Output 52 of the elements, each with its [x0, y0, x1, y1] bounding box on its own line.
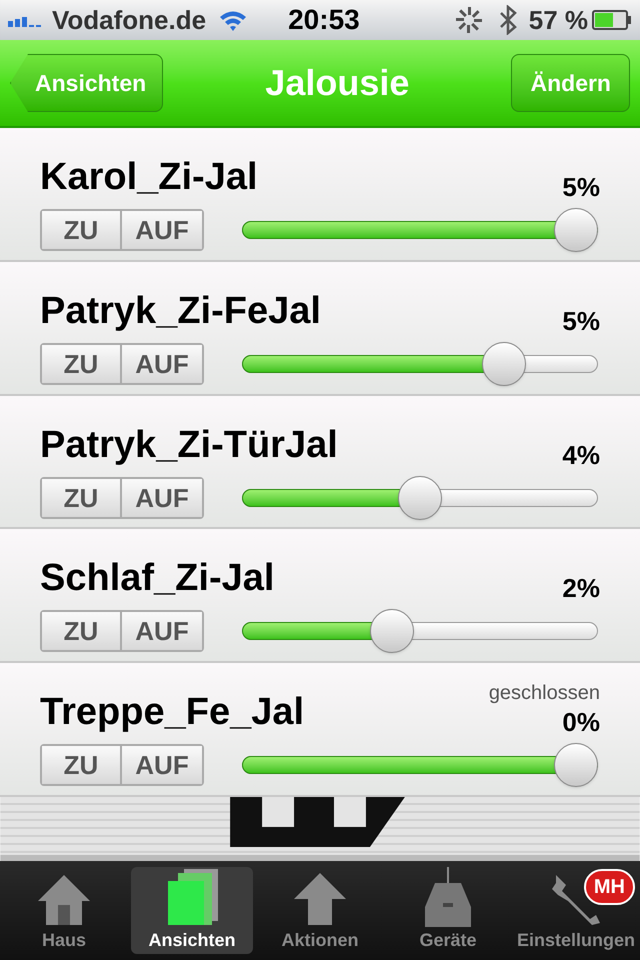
blind-name: Karol_Zi-Jal	[40, 158, 258, 200]
slider[interactable]	[242, 743, 598, 788]
open-button[interactable]: AUF	[122, 612, 202, 650]
close-button[interactable]: ZU	[42, 612, 122, 650]
carrier-name: Vodafone.de	[52, 4, 206, 36]
tab-label: Haus	[42, 929, 86, 952]
slider-thumb[interactable]	[482, 342, 526, 386]
tab-item[interactable]: MH Einstellungen	[515, 867, 637, 954]
slider-thumb[interactable]	[554, 208, 598, 252]
close-button[interactable]: ZU	[42, 344, 122, 383]
slider[interactable]	[242, 609, 598, 654]
open-button[interactable]: AUF	[122, 478, 202, 517]
open-button[interactable]: AUF	[122, 210, 202, 249]
percent-value: 5%	[562, 308, 600, 334]
slider-thumb[interactable]	[554, 743, 598, 788]
close-button[interactable]: ZU	[42, 210, 122, 249]
open-button[interactable]: AUF	[122, 344, 202, 383]
tab-item[interactable]: Ansichten	[131, 867, 253, 954]
bluetooth-icon	[498, 5, 517, 35]
slider[interactable]	[242, 342, 598, 386]
percent-value: 2%	[562, 575, 600, 602]
tab-label: Aktionen	[281, 929, 358, 952]
blind-status: geschlossen	[488, 683, 600, 704]
battery-percent: 57 %	[528, 4, 588, 36]
tab-item[interactable]: Haus	[3, 867, 125, 954]
blind-name: Patryk_Zi-TürJal	[40, 426, 338, 468]
percent-value: 4%	[562, 442, 600, 468]
close-button[interactable]: ZU	[42, 746, 122, 784]
slider[interactable]	[242, 208, 598, 252]
tab-label: Einstellungen	[516, 929, 635, 952]
open-button[interactable]: AUF	[122, 746, 202, 784]
notification-badge: MH	[584, 869, 635, 906]
blind-name: Schlaf_Zi-Jal	[40, 559, 274, 602]
wifi-icon	[218, 9, 248, 31]
percent-value: 5%	[562, 174, 600, 200]
clock-time: 20:53	[288, 3, 360, 37]
page-title: Jalousie	[265, 60, 410, 105]
tab-label: Ansichten	[148, 929, 236, 952]
percent-value: 0%	[562, 709, 600, 736]
slider-thumb[interactable]	[370, 609, 414, 654]
close-button[interactable]: ZU	[42, 478, 122, 517]
slider[interactable]	[242, 476, 598, 520]
battery-icon	[592, 10, 632, 30]
blind-name: Patryk_Zi-FeJal	[40, 292, 321, 334]
tab-item[interactable]: Geräte	[387, 867, 509, 954]
up-arrow-icon	[292, 871, 348, 928]
slider-thumb[interactable]	[398, 476, 442, 520]
activity-spinner-icon	[454, 6, 483, 34]
tab-label: Geräte	[419, 929, 477, 952]
device-icon	[423, 867, 473, 928]
tab-item[interactable]: Aktionen	[259, 867, 381, 954]
blind-name: Treppe_Fe_Jal	[40, 693, 304, 736]
